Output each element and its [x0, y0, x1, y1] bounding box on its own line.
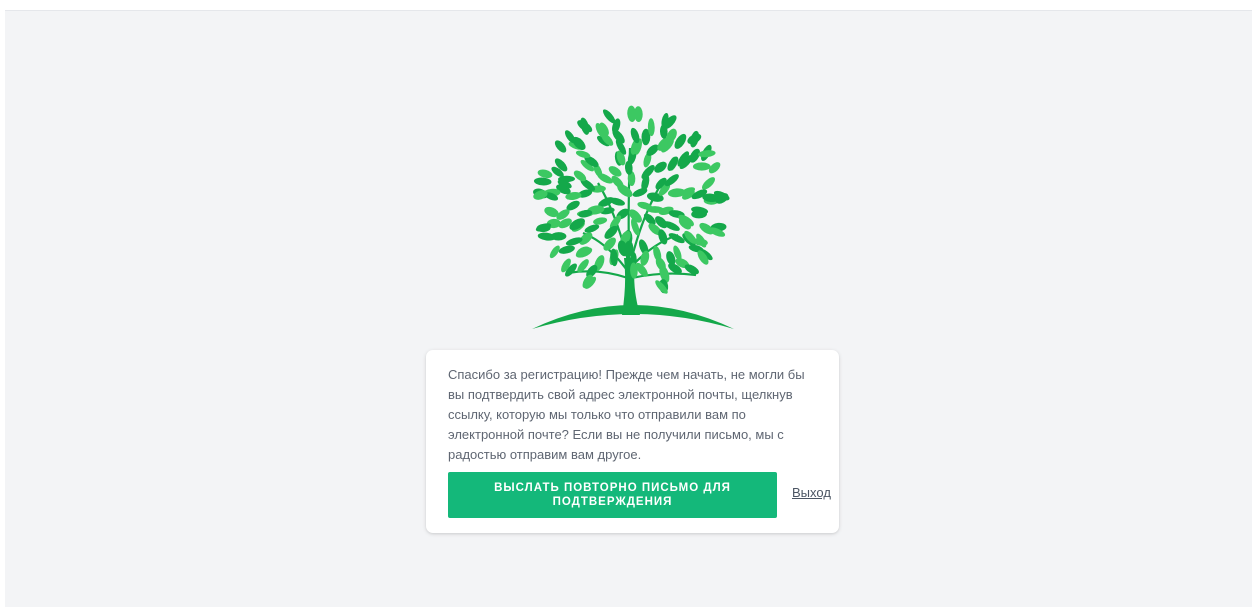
logout-link[interactable]: Выход — [792, 485, 831, 500]
tree-logo-icon — [528, 93, 738, 333]
verification-message: Спасибо за регистрацию! Прежде чем начат… — [448, 367, 805, 462]
verification-card: Спасибо за регистрацию! Прежде чем начат… — [426, 350, 839, 533]
page-background: Спасибо за регистрацию! Прежде чем начат… — [5, 10, 1252, 607]
resend-verification-button[interactable]: Выслать повторно письмо для подтверждени… — [448, 472, 777, 518]
